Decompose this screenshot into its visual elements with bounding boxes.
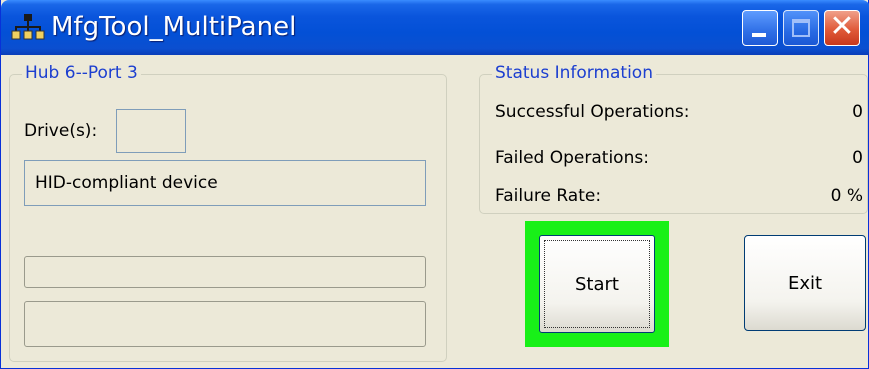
successful-operations-label: Successful Operations: [495,102,690,122]
failure-rate-value: 0 % [830,186,863,206]
network-hub-icon [11,14,45,40]
main-window: MfgTool_MultiPanel ✕ Hub 6--Port 3 Drive… [0,0,869,369]
window-title: MfgTool_MultiPanel [51,12,297,42]
progress-bar-secondary [24,301,426,347]
maximize-icon [792,19,810,37]
hub-port-groupbox: Hub 6--Port 3 Drive(s): HID-compliant de… [9,63,447,362]
drive-field [116,109,186,153]
failed-operations-value: 0 [852,148,863,168]
failure-rate-label: Failure Rate: [495,186,602,206]
close-button[interactable]: ✕ [824,9,860,46]
start-button-highlight: Start [525,221,669,347]
progress-bar-primary [24,256,426,288]
title-bar[interactable]: MfgTool_MultiPanel ✕ [1,0,869,55]
maximize-button[interactable] [783,10,819,46]
status-information-groupbox: Status Information Successful Operations… [479,63,868,214]
minimize-icon [752,33,766,37]
minimize-button[interactable] [742,10,778,46]
successful-operations-value: 0 [852,102,863,122]
device-name: HID-compliant device [35,173,218,193]
device-name-field: HID-compliant device [24,160,426,206]
exit-button[interactable]: Exit [744,235,866,331]
start-button[interactable]: Start [539,235,655,333]
focus-rectangle [544,240,650,328]
status-legend: Status Information [492,63,656,83]
hub-port-legend: Hub 6--Port 3 [22,63,141,83]
failed-operations-label: Failed Operations: [495,148,649,168]
drive-label: Drive(s): [24,121,98,141]
exit-button-label: Exit [787,272,823,294]
close-icon: ✕ [829,9,855,44]
